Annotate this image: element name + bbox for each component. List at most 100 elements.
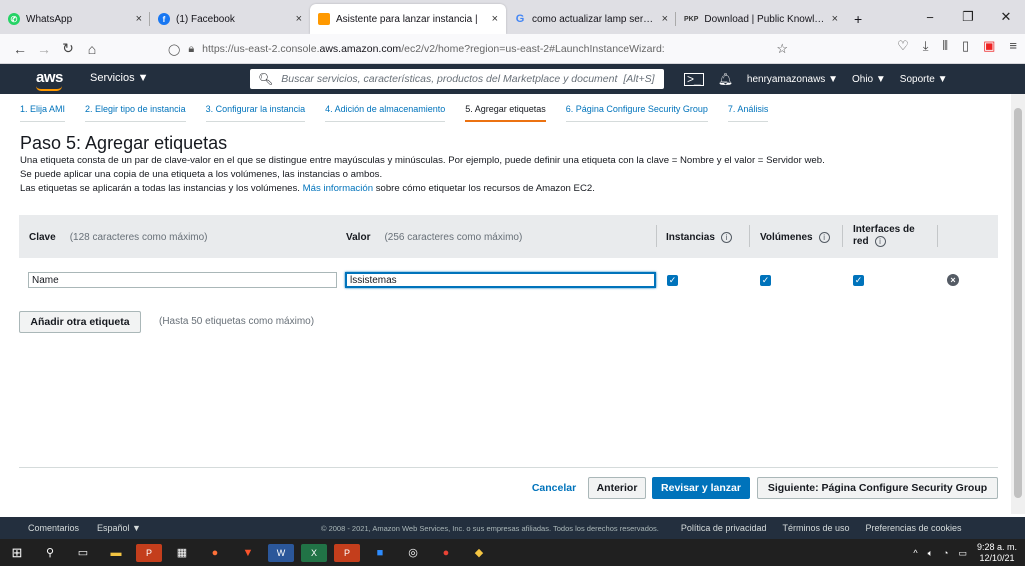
next-security-group-button[interactable]: Siguiente: Página Configure Security Gro… [757,477,998,499]
url-bar[interactable]: ◯ 🔒︎ https://us-east-2.console. aws.amaz… [168,38,788,60]
close-window-icon[interactable]: ✕ [987,9,1025,25]
forward-icon[interactable]: → [32,41,56,57]
desc-line-3-end: sobre cómo etiquetar los recursos de Ama… [375,183,595,194]
tab-title: (1) Facebook [176,13,235,25]
tab-whatsapp[interactable]: ✆ WhatsApp × [0,4,150,34]
reload-icon[interactable]: ↻ [56,40,80,57]
volumes-checkbox[interactable]: ✓ [760,275,771,286]
minimize-icon[interactable]: − [911,10,949,25]
feedback-link[interactable]: Comentarios [28,523,79,533]
services-menu[interactable]: Servicios ▼ [90,72,149,84]
tab-aws-wizard[interactable]: Asistente para lanzar instancia | × [310,4,506,34]
library-icon[interactable]: ⫴ [942,38,947,54]
copyright: © 2008 - 2021, Amazon Web Services, Inc.… [320,523,659,533]
account-menu[interactable]: henryamazonaws ▼ [747,74,838,85]
menu-icon[interactable]: ≡ [1009,38,1017,54]
bookmark-star-icon[interactable]: ☆ [776,41,788,57]
add-tag-button[interactable]: Añadir otra etiqueta [19,311,141,333]
tag-value-input[interactable] [345,272,656,288]
tab-google[interactable]: G como actualizar lamp server - B × [506,4,676,34]
cookie-preferences-link[interactable]: Preferencias de cookies [866,523,962,533]
app-icon[interactable]: ◆ [466,544,492,562]
sidebar-icon[interactable]: ▯ [962,38,969,54]
window-controls: − ❐ ✕ [911,0,1025,34]
info-icon[interactable]: i [874,236,886,247]
search-shortcut: [Alt+S] [623,73,655,85]
volume-icon[interactable]: 🔈︎ [928,548,933,559]
page-scrollbar[interactable] [1011,94,1025,514]
powerpoint-icon[interactable]: P [136,543,162,562]
close-tab-icon[interactable]: × [136,13,142,25]
download-icon[interactable]: ⤓ [923,38,929,54]
remove-tag-icon[interactable]: × [947,274,959,286]
instances-checkbox[interactable]: ✓ [667,275,678,286]
close-tab-icon[interactable]: × [662,13,668,25]
whatsapp-icon: ✆ [8,13,20,25]
step-2[interactable]: 2. Elegir tipo de instancia [85,104,186,122]
tab-facebook[interactable]: f (1) Facebook × [150,4,310,34]
more-info-link[interactable]: Más información [303,183,373,194]
interfaces-checkbox[interactable]: ✓ [853,275,864,286]
search-input[interactable]: 🔍︎ Buscar servicios, características, pr… [250,69,664,89]
notifications-icon[interactable]: ▭ [958,548,967,559]
file-explorer-icon[interactable]: ▬ [103,544,129,562]
calculator-icon[interactable]: ▦ [169,544,195,562]
info-icon[interactable]: i [818,232,830,243]
chrome-icon[interactable]: ● [433,544,459,562]
aws-logo[interactable]: aws [36,69,63,91]
chevron-up-icon[interactable]: ^ [913,548,917,558]
terms-link[interactable]: Términos de uso [782,523,849,533]
task-view-icon[interactable]: ▭ [70,544,96,562]
bell-icon[interactable]: 🔔︎ [718,72,733,86]
firefox-icon[interactable]: ● [202,544,228,562]
new-tab-button[interactable]: + [846,4,876,34]
close-tab-icon[interactable]: × [492,13,498,25]
tab-title: Asistente para lanzar instancia | [336,13,478,25]
wizard-steps: 1. Elija AMI 2. Elegir tipo de instancia… [20,104,788,126]
cancel-button[interactable]: Cancelar [524,477,584,499]
obs-icon[interactable]: ◎ [400,544,426,562]
step-6[interactable]: 6. Página Configure Security Group [565,104,708,122]
language-menu[interactable]: Español ▼ [97,523,141,533]
step-1[interactable]: 1. Elija AMI [20,104,66,122]
privacy-link[interactable]: Política de privacidad [681,523,767,533]
brave-icon[interactable]: ▼ [235,544,261,562]
browser-tab-bar: ✆ WhatsApp × f (1) Facebook × Asistente … [0,0,1025,34]
url-prefix: https://us-east-2.console. [202,43,320,55]
region-menu[interactable]: Ohio ▼ [852,74,886,85]
word-icon[interactable]: W [268,543,294,562]
review-and-launch-button[interactable]: Revisar y lanzar [652,477,750,499]
powerpoint-icon-2[interactable]: P [334,543,360,562]
zoom-icon[interactable]: ■ [367,544,393,562]
col-value: Valor (256 caracteres como máximo) [346,232,523,243]
restore-icon[interactable]: ❐ [949,9,987,25]
step-5[interactable]: 5. Agregar etiquetas [465,104,546,122]
shield-icon: ◯ [168,43,181,56]
windows-start-icon[interactable]: ⊞ [4,544,30,562]
network-icon[interactable]: ◔ [943,548,948,558]
info-icon[interactable]: i [720,232,732,243]
desc-line-2: Se puede aplicar una copia de una etique… [20,169,383,180]
back-icon[interactable]: ← [8,41,32,57]
tag-key-input[interactable] [28,272,337,288]
home-icon[interactable]: ⌂ [80,41,104,57]
cloudshell-icon[interactable]: >_ [684,72,704,86]
pocket-icon[interactable]: ♡ [897,38,909,54]
step-3[interactable]: 3. Configurar la instancia [205,104,306,122]
clock[interactable]: 9:28 a. m. 12/10/21 [977,542,1017,564]
search-icon[interactable]: ⚲ [37,544,63,562]
extension-icon[interactable]: ▣ [983,38,995,54]
support-menu[interactable]: Soporte ▼ [900,74,948,85]
step-7[interactable]: 7. Análisis [727,104,769,122]
aws-header: aws Servicios ▼ 🔍︎ Buscar servicios, car… [0,64,1025,94]
tab-pkp[interactable]: PKP Download | Public Knowledge F × [676,4,846,34]
previous-button[interactable]: Anterior [588,477,646,499]
lock-icon: 🔒︎ [188,42,195,55]
close-tab-icon[interactable]: × [296,13,302,25]
tags-table-header: Clave (128 caracteres como máximo) Valor(… [19,215,998,258]
url-suffix: /ec2/v2/home?region=us-east-2#LaunchInst… [401,43,665,55]
step-4[interactable]: 4. Adición de almacenamiento [325,104,446,122]
excel-icon[interactable]: X [301,543,327,562]
search-icon: 🔍︎ [258,72,274,86]
close-tab-icon[interactable]: × [832,13,838,25]
